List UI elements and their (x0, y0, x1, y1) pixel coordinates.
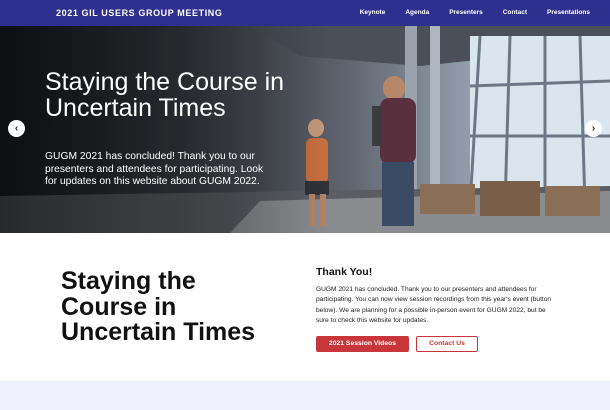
hero-shade (0, 26, 330, 233)
top-nav: 2021 GIL USERS GROUP MEETING Keynote Age… (0, 0, 610, 26)
nav-link-presenters[interactable]: Presenters (449, 9, 483, 16)
nav-menu: Keynote Agenda Presenters Contact Presen… (360, 9, 590, 16)
footer-band (0, 381, 610, 410)
hero-title: Staying the Course in Uncertain Times (45, 68, 285, 122)
chevron-left-icon: ‹ (14, 123, 19, 134)
chevron-right-icon: › (591, 123, 596, 134)
section-title: Staying the Course in Uncertain Times (61, 267, 256, 346)
thanks-heading: Thank You! (316, 266, 373, 278)
hero-carousel: Staying the Course in Uncertain Times GU… (0, 26, 610, 233)
session-videos-button[interactable]: 2021 Session Videos (316, 336, 409, 352)
nav-link-keynote[interactable]: Keynote (360, 9, 386, 16)
carousel-prev-button[interactable]: ‹ (8, 120, 25, 137)
nav-link-presentations[interactable]: Presentations (547, 9, 590, 16)
site-brand[interactable]: 2021 GIL USERS GROUP MEETING (56, 8, 223, 18)
nav-link-agenda[interactable]: Agenda (405, 9, 429, 16)
thanks-body: GUGM 2021 has concluded. Thank you to ou… (316, 286, 552, 325)
hero-text: GUGM 2021 has concluded! Thank you to ou… (45, 151, 264, 188)
contact-us-button[interactable]: Contact Us (416, 336, 478, 352)
carousel-next-button[interactable]: › (585, 120, 602, 137)
nav-link-contact[interactable]: Contact (503, 9, 527, 16)
